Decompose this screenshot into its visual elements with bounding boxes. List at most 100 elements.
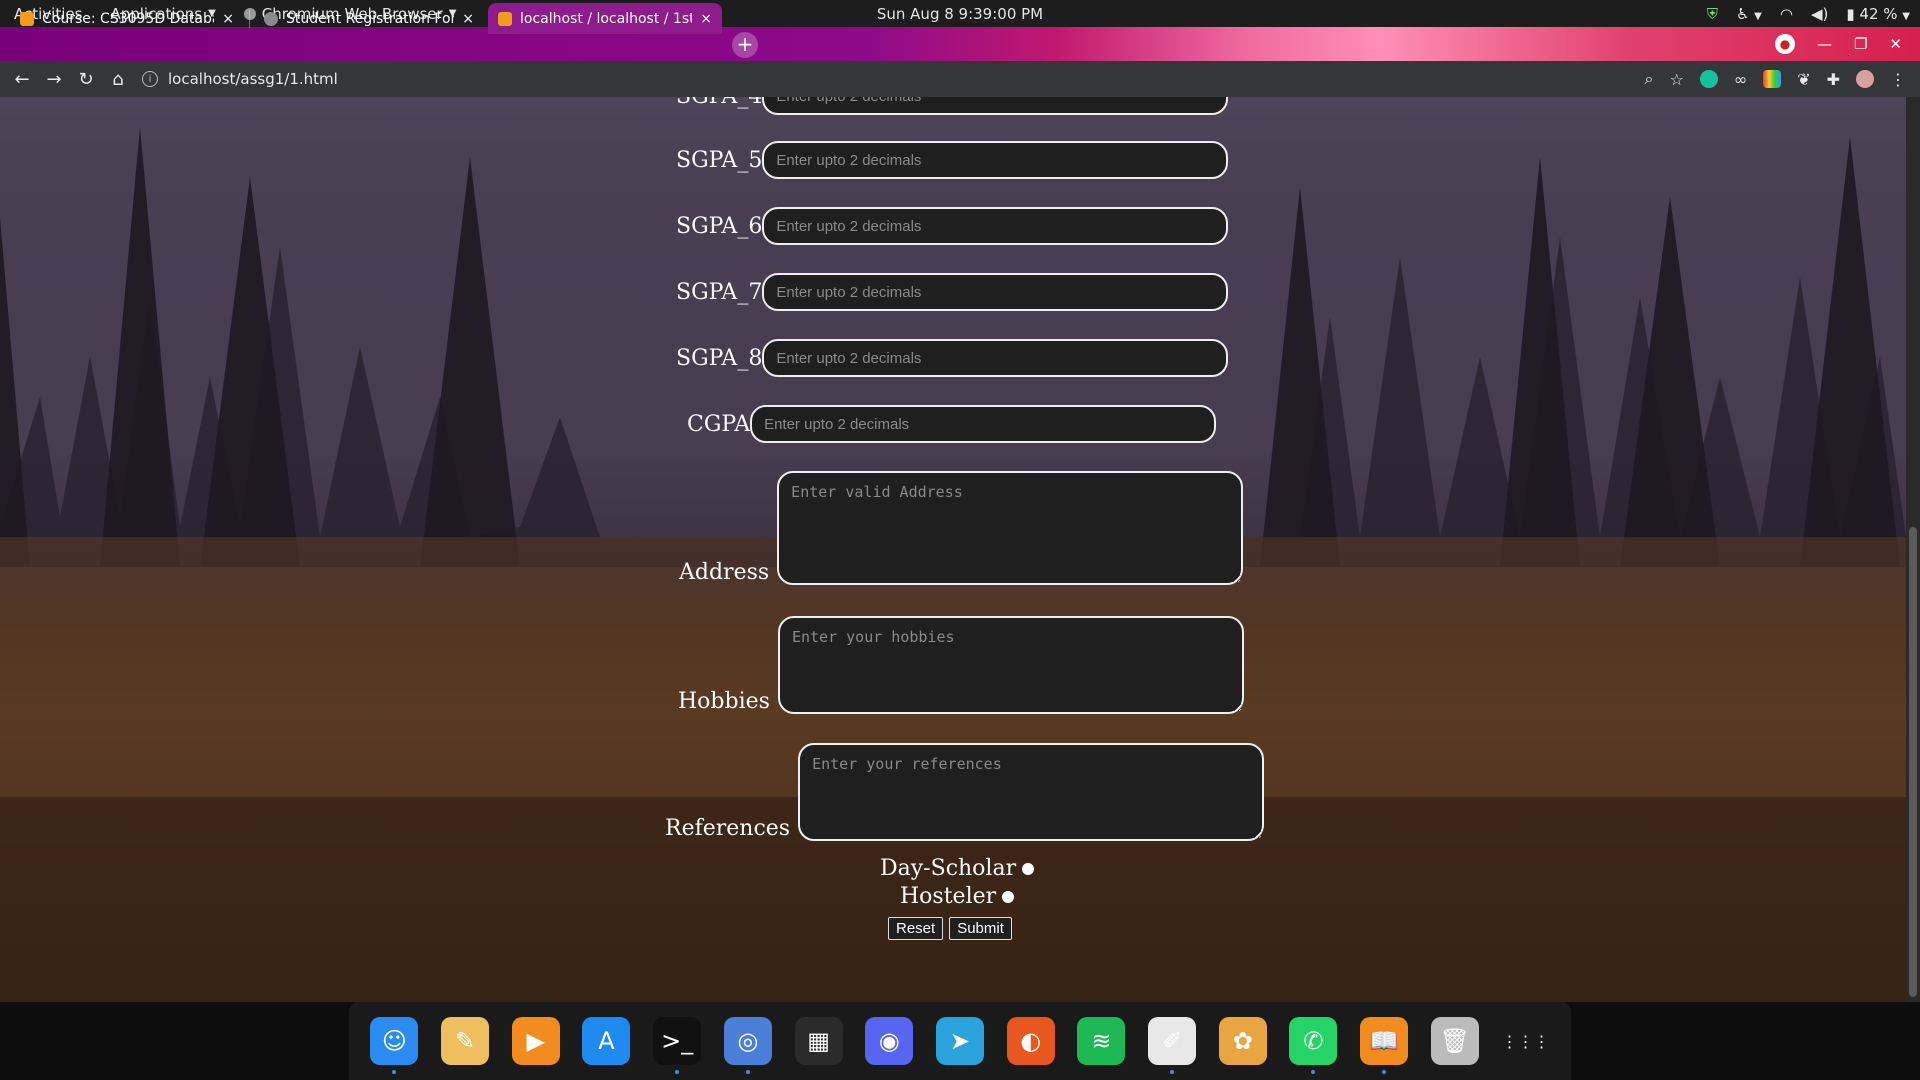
tab-localhost[interactable]: localhost / localhost / 1st × — [488, 3, 722, 34]
minimize-icon[interactable]: — — [1817, 35, 1832, 53]
tab-title: Course: CS3095D Databas — [42, 10, 215, 27]
url-text[interactable]: localhost/assg1/1.html — [168, 70, 338, 88]
references-label: References — [665, 816, 791, 841]
close-window-icon[interactable]: ✕ — [1889, 35, 1902, 53]
day-scholar-option: Day-Scholar — [880, 856, 1035, 881]
submit-button[interactable]: Submit — [949, 917, 1012, 940]
hobbies-textarea[interactable] — [777, 616, 1244, 714]
battery-status[interactable]: ▮ 42 % ▼ — [1846, 5, 1910, 23]
tab-course[interactable]: Course: CS3095D Databas × — [10, 3, 244, 34]
running-indicator — [1170, 1070, 1175, 1074]
cgpa-row: CGPA — [687, 405, 1217, 443]
clock[interactable]: Sun Aug 8 9:39:00 PM — [863, 5, 1057, 23]
tab-separator — [249, 10, 250, 28]
avatar[interactable] — [1856, 70, 1874, 88]
chromium-icon[interactable]: ◎ — [723, 1017, 772, 1074]
spotify-icon[interactable]: ≋ — [1077, 1017, 1126, 1065]
trash-glyph: 🗑 — [1439, 1027, 1471, 1055]
glasses-extension-icon[interactable]: ∞ — [1734, 70, 1747, 89]
day-scholar-radio[interactable] — [1022, 862, 1035, 875]
address-label: Address — [679, 560, 770, 585]
sgpa7-row: SGPA_7 — [676, 273, 1229, 311]
telegram-icon[interactable]: ➤ — [935, 1017, 984, 1065]
notes-icon[interactable]: ✐ — [1148, 1017, 1197, 1074]
scrollbar-thumb[interactable] — [1909, 527, 1917, 997]
notes-glyph: ✐ — [1162, 1027, 1183, 1055]
volume-icon[interactable]: ◀) — [1811, 5, 1828, 23]
back-arrow-icon[interactable]: ← — [6, 69, 38, 90]
running-indicator — [1311, 1070, 1316, 1074]
terminal-icon[interactable]: >_ — [653, 1017, 702, 1074]
wifi-icon[interactable]: ◠ — [1780, 5, 1793, 23]
media-player-icon[interactable]: ▶ — [511, 1017, 560, 1065]
zoom-icon[interactable]: ⌕ — [1645, 69, 1654, 89]
running-indicator — [1382, 1070, 1387, 1074]
home-icon[interactable]: ⌂ — [102, 69, 134, 90]
phpmyadmin-favicon-icon — [498, 11, 512, 26]
terminal-glyph: >_ — [661, 1027, 694, 1055]
address-textarea[interactable] — [777, 471, 1244, 585]
app-store-icon[interactable]: A — [582, 1017, 631, 1065]
hobbies-row: Hobbies — [678, 616, 1244, 714]
app-grid-icon[interactable]: ⋮⋮⋮ — [1502, 1017, 1550, 1065]
grammarly-extension-icon[interactable] — [1699, 70, 1718, 88]
whatsapp-icon[interactable]: ✆ — [1289, 1017, 1338, 1074]
address-bar[interactable]: i localhost/assg1/1.html — [142, 65, 338, 93]
sgpa7-input[interactable] — [762, 273, 1229, 311]
more-menu-icon[interactable]: ⋮ — [1890, 70, 1906, 89]
firefox-icon[interactable]: ◐ — [1006, 1017, 1055, 1065]
page-scrollbar[interactable] — [1906, 97, 1920, 1002]
hobbies-label: Hobbies — [678, 689, 770, 714]
bookmark-star-icon[interactable]: ☆ — [1670, 70, 1684, 89]
whatsapp-glyph: ✆ — [1303, 1027, 1324, 1055]
running-indicator — [745, 1070, 750, 1074]
chromium-glyph: ◎ — [737, 1027, 759, 1055]
photos-icon[interactable]: ✿ — [1218, 1017, 1267, 1065]
sgpa8-input[interactable] — [762, 339, 1229, 377]
app-store-glyph: A — [598, 1027, 615, 1055]
reset-button[interactable]: Reset — [888, 917, 944, 940]
references-textarea[interactable] — [798, 743, 1265, 841]
sgpa6-input[interactable] — [762, 207, 1229, 245]
discord-icon[interactable]: ◉ — [865, 1017, 914, 1065]
hosteler-radio[interactable] — [1002, 890, 1015, 903]
finder-icon[interactable]: ☺ — [370, 1017, 419, 1074]
address-row: Address — [679, 471, 1244, 585]
puzzle-extensions-icon[interactable]: ✚ — [1827, 70, 1840, 89]
close-icon[interactable]: × — [462, 11, 474, 27]
running-indicator — [675, 1070, 680, 1074]
calculator-icon[interactable]: ▦ — [794, 1017, 843, 1065]
toolbar-actions: ⌕ ☆ ∞ ❦ ✚ ⋮ — [1645, 61, 1906, 97]
cgpa-input[interactable] — [750, 405, 1217, 443]
trash-icon[interactable]: 🗑 — [1430, 1017, 1479, 1065]
sgpa5-row: SGPA_5 — [676, 141, 1229, 179]
sgpa4-label: SGPA_4 — [676, 97, 762, 109]
finder-glyph: ☺ — [381, 1027, 407, 1055]
moodle-favicon-icon — [20, 11, 34, 26]
shield-icon[interactable]: ⛨ — [1707, 5, 1718, 23]
accessibility-icon[interactable]: ♿ ▼ — [1736, 5, 1762, 23]
text-editor-icon[interactable]: ✎ — [441, 1017, 490, 1065]
browser-toolbar: ← → ↻ ⌂ i localhost/assg1/1.html ⌕ ☆ ∞ ❦… — [0, 61, 1920, 97]
system-tray: ⛨ ♿ ▼ ◠ ◀) ▮ 42 % ▼ — [1707, 0, 1910, 27]
color-extension-icon[interactable] — [1763, 70, 1782, 88]
close-icon[interactable]: × — [700, 11, 712, 27]
sgpa4-row: SGPA_4 — [676, 97, 1229, 115]
profile-menu-icon[interactable]: ● — [1774, 34, 1795, 54]
sgpa4-input[interactable] — [762, 97, 1229, 115]
close-icon[interactable]: × — [222, 11, 234, 27]
reload-icon[interactable]: ↻ — [70, 69, 102, 90]
firefox-glyph: ◐ — [1020, 1027, 1042, 1055]
forward-arrow-icon[interactable]: → — [38, 69, 70, 90]
info-icon[interactable]: i — [142, 71, 158, 87]
books-glyph: 📖 — [1369, 1027, 1400, 1055]
battery-icon: ▮ — [1846, 4, 1855, 23]
maximize-icon[interactable]: ❐ — [1854, 35, 1867, 53]
leaf-extension-icon[interactable]: ❦ — [1797, 70, 1810, 89]
books-icon[interactable]: 📖 — [1360, 1017, 1409, 1074]
new-tab-button[interactable]: + — [732, 32, 758, 58]
tab-student-registration[interactable]: Student Registration For × — [254, 3, 484, 34]
telegram-glyph: ➤ — [949, 1027, 971, 1055]
day-scholar-label: Day-Scholar — [880, 856, 1017, 881]
sgpa5-input[interactable] — [762, 141, 1229, 179]
